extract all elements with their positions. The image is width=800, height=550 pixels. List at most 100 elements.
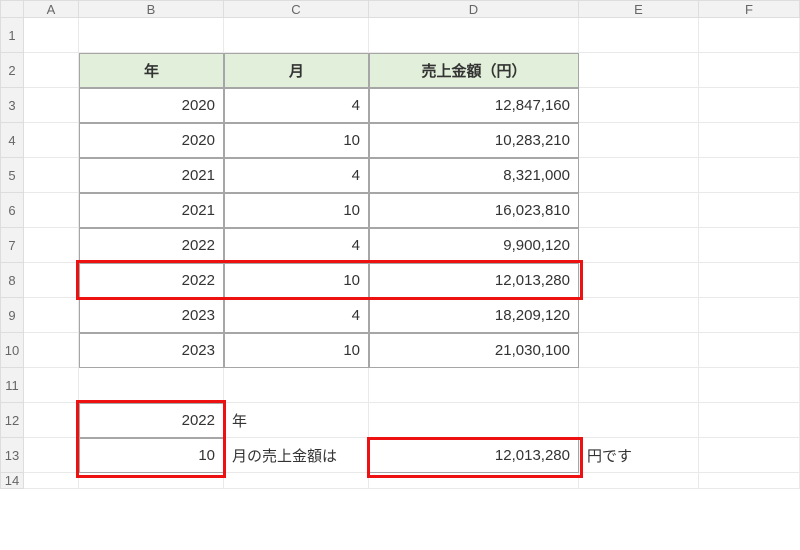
cell-A6[interactable] (24, 193, 79, 228)
cell-D7[interactable]: 9,900,120 (369, 228, 579, 263)
col-header-E[interactable]: E (579, 0, 699, 18)
cell-A11[interactable] (24, 368, 79, 403)
cell-A8[interactable] (24, 263, 79, 298)
lookup-month-suffix[interactable]: 月の売上金額は (224, 438, 369, 473)
cell-D4[interactable]: 10,283,210 (369, 123, 579, 158)
cell-E14[interactable] (579, 473, 699, 489)
row-header-11[interactable]: 11 (0, 368, 24, 403)
cell-E12[interactable] (579, 403, 699, 438)
cell-E1[interactable] (579, 18, 699, 53)
cell-C3[interactable]: 4 (224, 88, 369, 123)
cell-B7[interactable]: 2022 (79, 228, 224, 263)
cell-D1[interactable] (369, 18, 579, 53)
cell-C4[interactable]: 10 (224, 123, 369, 158)
cell-F3[interactable] (699, 88, 800, 123)
cell-E10[interactable] (579, 333, 699, 368)
cell-C9[interactable]: 4 (224, 298, 369, 333)
row-header-12[interactable]: 12 (0, 403, 24, 438)
row-header-6[interactable]: 6 (0, 193, 24, 228)
lookup-result-suffix[interactable]: 円です (579, 438, 699, 473)
cell-A10[interactable] (24, 333, 79, 368)
cell-C10[interactable]: 10 (224, 333, 369, 368)
cell-C11[interactable] (224, 368, 369, 403)
cell-D6[interactable]: 16,023,810 (369, 193, 579, 228)
row-header-4[interactable]: 4 (0, 123, 24, 158)
cell-F10[interactable] (699, 333, 800, 368)
row-header-1[interactable]: 1 (0, 18, 24, 53)
cell-F8[interactable] (699, 263, 800, 298)
cell-D10[interactable]: 21,030,100 (369, 333, 579, 368)
cell-E2[interactable] (579, 53, 699, 88)
lookup-year-suffix[interactable]: 年 (224, 403, 369, 438)
cell-B4[interactable]: 2020 (79, 123, 224, 158)
cell-E4[interactable] (579, 123, 699, 158)
col-header-C[interactable]: C (224, 0, 369, 18)
row-header-8[interactable]: 8 (0, 263, 24, 298)
cell-A3[interactable] (24, 88, 79, 123)
cell-A12[interactable] (24, 403, 79, 438)
cell-B11[interactable] (79, 368, 224, 403)
cell-B6[interactable]: 2021 (79, 193, 224, 228)
cell-D3[interactable]: 12,847,160 (369, 88, 579, 123)
cell-F4[interactable] (699, 123, 800, 158)
cell-A14[interactable] (24, 473, 79, 489)
row-header-7[interactable]: 7 (0, 228, 24, 263)
cell-C5[interactable]: 4 (224, 158, 369, 193)
cell-E3[interactable] (579, 88, 699, 123)
cell-C14[interactable] (224, 473, 369, 489)
col-header-D[interactable]: D (369, 0, 579, 18)
cell-F11[interactable] (699, 368, 800, 403)
table-header-amount[interactable]: 売上金額（円） (369, 53, 579, 88)
row-header-2[interactable]: 2 (0, 53, 24, 88)
table-header-year[interactable]: 年 (79, 53, 224, 88)
cell-E9[interactable] (579, 298, 699, 333)
lookup-year-cell[interactable]: 2022 (79, 403, 224, 438)
cell-F13[interactable] (699, 438, 800, 473)
cell-C8[interactable]: 10 (224, 263, 369, 298)
cell-D11[interactable] (369, 368, 579, 403)
cell-E7[interactable] (579, 228, 699, 263)
cell-F14[interactable] (699, 473, 800, 489)
cell-C1[interactable] (224, 18, 369, 53)
cell-C7[interactable]: 4 (224, 228, 369, 263)
lookup-result-cell[interactable]: 12,013,280 (369, 438, 579, 473)
cell-F6[interactable] (699, 193, 800, 228)
cell-E6[interactable] (579, 193, 699, 228)
cell-A7[interactable] (24, 228, 79, 263)
row-header-14[interactable]: 14 (0, 473, 24, 489)
select-all-corner[interactable] (0, 0, 24, 18)
cell-B8[interactable]: 2022 (79, 263, 224, 298)
cell-A5[interactable] (24, 158, 79, 193)
cell-B9[interactable]: 2023 (79, 298, 224, 333)
col-header-A[interactable]: A (24, 0, 79, 18)
cell-B10[interactable]: 2023 (79, 333, 224, 368)
row-header-13[interactable]: 13 (0, 438, 24, 473)
cell-F9[interactable] (699, 298, 800, 333)
lookup-month-cell[interactable]: 10 (79, 438, 224, 473)
cell-A13[interactable] (24, 438, 79, 473)
cell-E5[interactable] (579, 158, 699, 193)
cell-D8[interactable]: 12,013,280 (369, 263, 579, 298)
cell-D9[interactable]: 18,209,120 (369, 298, 579, 333)
table-header-month[interactable]: 月 (224, 53, 369, 88)
cell-F5[interactable] (699, 158, 800, 193)
cell-B1[interactable] (79, 18, 224, 53)
row-header-10[interactable]: 10 (0, 333, 24, 368)
cell-A9[interactable] (24, 298, 79, 333)
cell-B3[interactable]: 2020 (79, 88, 224, 123)
cell-F1[interactable] (699, 18, 800, 53)
cell-F7[interactable] (699, 228, 800, 263)
cell-E11[interactable] (579, 368, 699, 403)
cell-E8[interactable] (579, 263, 699, 298)
cell-D14[interactable] (369, 473, 579, 489)
cell-F12[interactable] (699, 403, 800, 438)
cell-B5[interactable]: 2021 (79, 158, 224, 193)
cell-D5[interactable]: 8,321,000 (369, 158, 579, 193)
cell-A4[interactable] (24, 123, 79, 158)
grid[interactable]: A B C D E F 1 2 年 月 売上金額（円） 3 2020 4 12,… (0, 0, 800, 489)
row-header-3[interactable]: 3 (0, 88, 24, 123)
cell-F2[interactable] (699, 53, 800, 88)
spreadsheet[interactable]: A B C D E F 1 2 年 月 売上金額（円） 3 2020 4 12,… (0, 0, 800, 550)
col-header-F[interactable]: F (699, 0, 800, 18)
cell-A2[interactable] (24, 53, 79, 88)
